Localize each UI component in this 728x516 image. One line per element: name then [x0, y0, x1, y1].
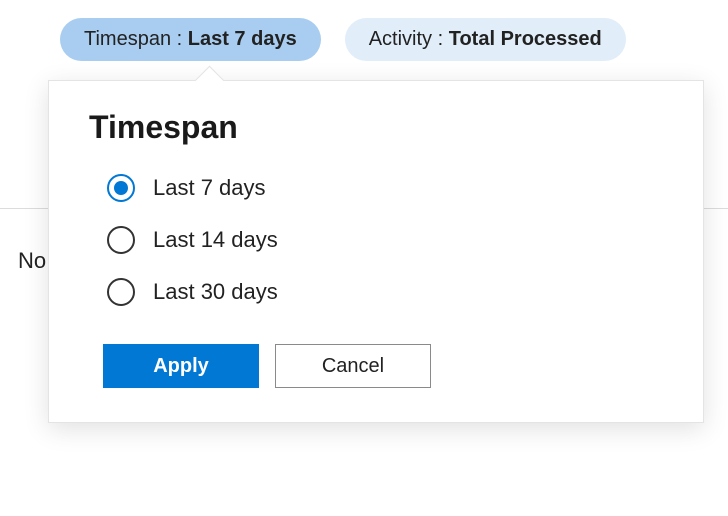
button-row: Apply Cancel	[103, 344, 663, 388]
popover-title: Timespan	[89, 109, 663, 146]
filter-pill-timespan[interactable]: Timespan : Last 7 days	[60, 18, 321, 61]
radio-inner-dot-icon	[114, 181, 128, 195]
cancel-button[interactable]: Cancel	[275, 344, 431, 388]
radio-label: Last 30 days	[153, 279, 278, 305]
background-text: No	[18, 248, 46, 274]
radio-option-last-30-days[interactable]: Last 30 days	[107, 278, 663, 306]
filter-pill-activity-label: Activity :	[369, 28, 449, 50]
filter-pill-timespan-label: Timespan :	[84, 28, 188, 50]
filter-pill-timespan-value: Last 7 days	[188, 28, 297, 50]
radio-option-last-14-days[interactable]: Last 14 days	[107, 226, 663, 254]
filter-bar: Timespan : Last 7 days Activity : Total …	[0, 0, 728, 61]
radio-icon	[107, 226, 135, 254]
radio-icon	[107, 174, 135, 202]
radio-label: Last 14 days	[153, 227, 278, 253]
filter-pill-activity[interactable]: Activity : Total Processed	[345, 18, 626, 61]
radio-group-timespan: Last 7 days Last 14 days Last 30 days	[107, 174, 663, 306]
filter-pill-activity-value: Total Processed	[449, 28, 602, 50]
radio-icon	[107, 278, 135, 306]
radio-label: Last 7 days	[153, 175, 266, 201]
apply-button[interactable]: Apply	[103, 344, 259, 388]
timespan-popover: Timespan Last 7 days Last 14 days Last 3…	[48, 80, 704, 423]
radio-option-last-7-days[interactable]: Last 7 days	[107, 174, 663, 202]
